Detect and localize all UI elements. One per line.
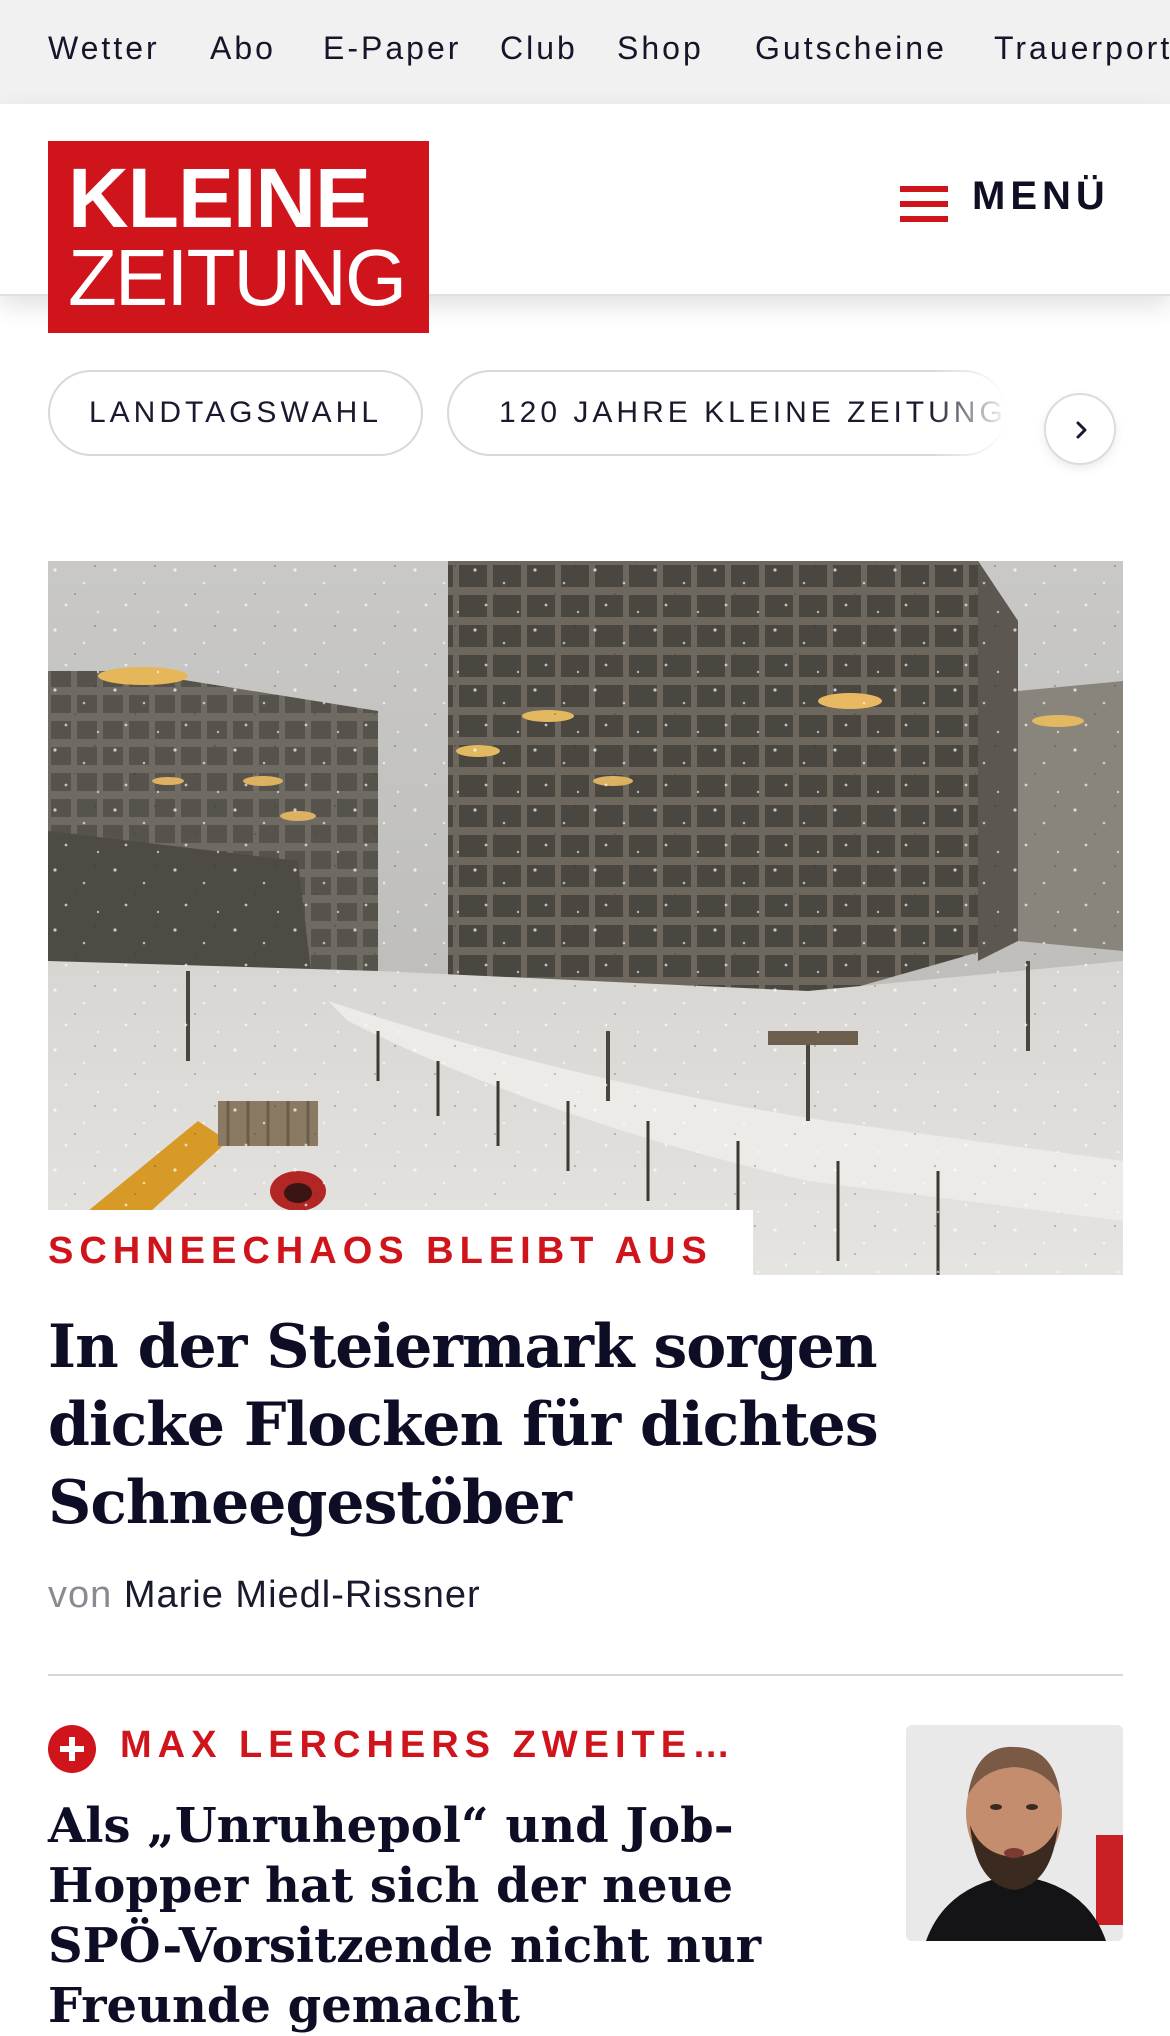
lead-headline[interactable]: In der Steiermark sorgen dicke Flocken f… <box>48 1308 908 1542</box>
teaser-kicker[interactable]: MAX LERCHERS ZWEITE KA… <box>120 1724 740 1767</box>
site-header: KLEINE ZEITUNG MENÜ <box>0 104 1170 333</box>
lead-article-image[interactable] <box>48 561 1123 1275</box>
lead-kicker[interactable]: SCHNEECHAOS BLEIBT AUS <box>48 1210 753 1291</box>
byline-prefix: von <box>48 1574 113 1616</box>
top-nav-wetter[interactable]: Wetter <box>48 30 160 67</box>
chip-landtagswahl[interactable]: LANDTAGSWAHL <box>48 370 423 456</box>
chevron-right-icon <box>1076 421 1087 439</box>
logo-line-2: ZEITUNG <box>68 233 407 322</box>
chips-fade <box>930 360 1040 470</box>
lead-byline: von Marie Miedl-Rissner <box>48 1574 481 1617</box>
chip-120-jahre[interactable]: 120 JAHRE KLEINE ZEITUNG <box>447 370 1007 456</box>
chips-next-button[interactable] <box>1044 393 1116 465</box>
logo-line-1: KLEINE <box>68 151 371 245</box>
section-divider <box>48 1674 1123 1676</box>
site-logo[interactable]: KLEINE ZEITUNG <box>48 141 429 333</box>
top-nav-abo[interactable]: Abo <box>210 30 276 67</box>
topic-chips: LANDTAGSWAHL 120 JAHRE KLEINE ZEITUNG <box>0 360 1170 470</box>
hamburger-icon <box>900 186 948 222</box>
top-nav-shop[interactable]: Shop <box>617 30 704 67</box>
top-nav-epaper[interactable]: E-Paper <box>323 30 461 67</box>
top-nav-bar: Wetter Abo E-Paper Club Shop Gutscheine … <box>0 0 1170 104</box>
teaser-headline[interactable]: Als „Unruhepol“ und Job-Hopper hat sich … <box>48 1796 868 2036</box>
menu-label: MENÜ <box>972 174 1110 218</box>
byline-author[interactable]: Marie Miedl-Rissner <box>124 1574 481 1616</box>
top-nav-club[interactable]: Club <box>500 30 578 67</box>
menu-button[interactable]: MENÜ <box>900 174 1130 230</box>
plus-icon <box>48 1725 96 1773</box>
top-nav-trauerportal[interactable]: Trauerportal <box>994 30 1170 67</box>
top-nav-gutscheine[interactable]: Gutscheine <box>755 30 947 67</box>
teaser-thumbnail[interactable] <box>906 1725 1123 1941</box>
